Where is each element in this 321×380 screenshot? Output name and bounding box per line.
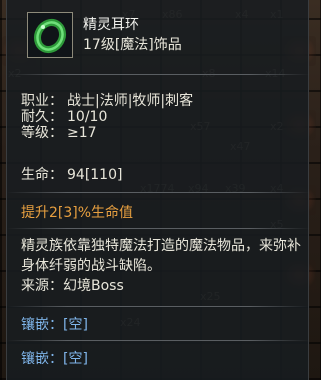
item-tooltip: 精灵耳环 17级[魔法]饰品 职业： 战士|法师|牧师|刺客 耐久： 10/10 等…	[6, 0, 310, 380]
level-value: ≥17	[67, 125, 97, 141]
item-type: 17级[魔法]饰品	[83, 37, 182, 53]
hp-label: 生命：	[21, 167, 63, 183]
divider	[7, 228, 310, 229]
socket-slot-1[interactable]: 镶嵌：[空]	[21, 314, 88, 334]
level-label: 等级：	[21, 125, 63, 141]
divider	[7, 74, 310, 75]
item-description: 精灵族依靠独特魔法打造的魔法物品，来弥补身体纤弱的战斗缺陷。 来源：幻境Boss	[21, 236, 306, 296]
level-row: 等级： ≥17	[21, 122, 97, 142]
description-text: 精灵族依靠独特魔法打造的魔法物品，来弥补身体纤弱的战斗缺陷。	[21, 238, 301, 274]
source-text: 来源：幻境Boss	[21, 278, 124, 294]
green-ring-icon	[33, 18, 67, 54]
item-name: 精灵耳环	[83, 17, 139, 33]
divider	[7, 306, 310, 307]
hp-row: 生命： 94[110]	[21, 164, 122, 184]
divider	[7, 192, 310, 193]
hp-value: 94[110]	[67, 167, 123, 183]
divider	[7, 340, 310, 341]
socket-slot-2[interactable]: 镶嵌：[空]	[21, 348, 88, 368]
item-icon-frame	[27, 12, 73, 58]
bonus-text: 提升2[3]%生命值	[21, 205, 134, 221]
